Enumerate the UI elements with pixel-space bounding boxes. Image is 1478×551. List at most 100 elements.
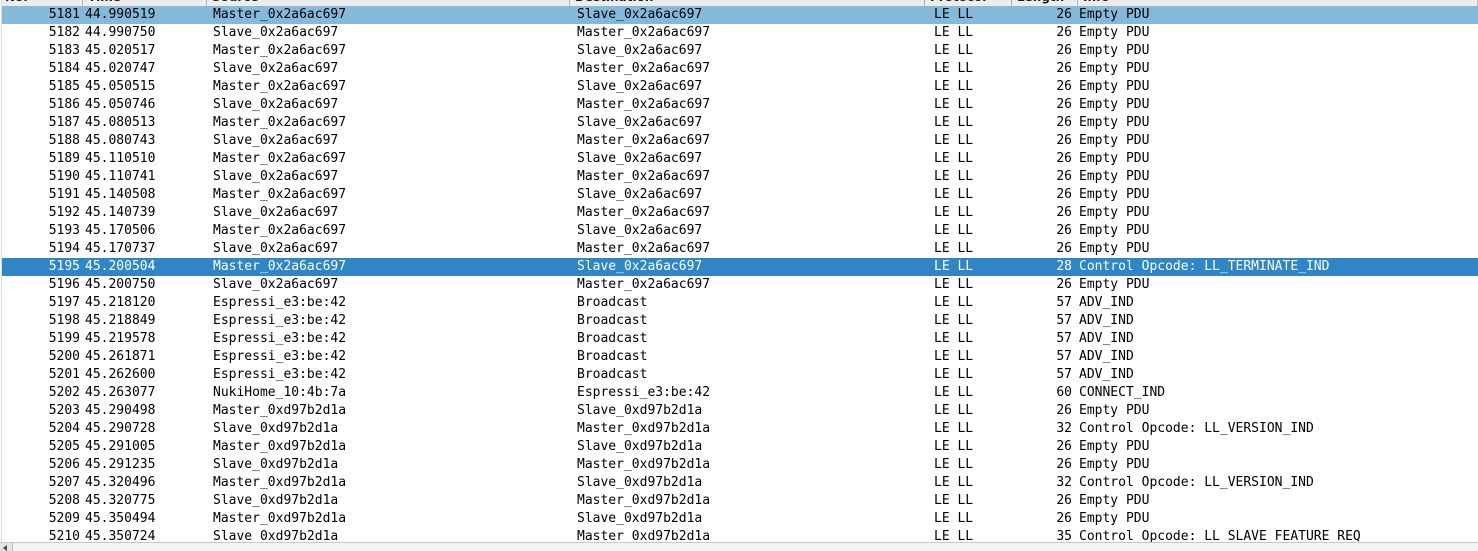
cell-protocol: LE LL [934, 25, 974, 40]
table-row[interactable]: 5198 45.218849 Espressi_e3:be:42 Broadcast L… [0, 312, 1478, 330]
cell-no: 5199 [48, 331, 80, 346]
table-row[interactable]: 5208 45.320775 Slave_0xd97b2d1a Master_0xd9… [0, 492, 1478, 510]
table-row[interactable]: 5195 45.200504 Master_0x2a6ac697 Slave_0x2a… [0, 258, 1478, 276]
cell-dest: Broadcast [577, 313, 648, 328]
table-row[interactable]: 5185 45.050515 Master_0x2a6ac697 Slave_0x2a… [0, 78, 1478, 96]
cell-no: 5187 [48, 115, 80, 130]
cell-source: Slave_0x2a6ac697 [213, 241, 339, 256]
cell-no: 5203 [48, 403, 80, 418]
cell-source: Slave_0x2a6ac697 [213, 169, 339, 184]
scrollbar-thumb[interactable] [14, 543, 1478, 551]
table-row[interactable]: 5201 45.262600 Espressi_e3:be:42 Broadcast L… [0, 366, 1478, 384]
cell-length: 26 [1056, 457, 1072, 472]
cell-protocol: LE LL [934, 439, 974, 454]
cell-protocol: LE LL [934, 331, 974, 346]
cell-time: 45.320496 [85, 475, 156, 490]
packet-list-body[interactable]: 5181 44.990519 Master_0x2a6ac697 Slave_0x2a… [0, 6, 1478, 543]
table-row[interactable]: 5189 45.110510 Master_0x2a6ac697 Slave_0x2a… [0, 150, 1478, 168]
cell-length: 26 [1056, 277, 1072, 292]
cell-source: Slave_0x2a6ac697 [213, 25, 339, 40]
table-row[interactable]: 5200 45.261871 Espressi_e3:be:42 Broadcast L… [0, 348, 1478, 366]
cell-protocol: LE LL [934, 421, 974, 436]
cell-source: Espressi_e3:be:42 [213, 331, 347, 346]
cell-length: 26 [1056, 187, 1072, 202]
cell-source: Slave_0x2a6ac697 [213, 61, 339, 76]
cell-time: 45.291005 [85, 439, 156, 454]
cell-info: Control Opcode: LL_SLAVE_FEATURE_REQ [1079, 529, 1361, 543]
cell-no: 5186 [48, 97, 80, 112]
table-row[interactable]: 5202 45.263077 NukiHome_10:4b:7a Espressi_e… [0, 384, 1478, 402]
table-row[interactable]: 5210 45.350724 Slave_0xd97b2d1a Master_0xd9… [0, 528, 1478, 543]
cell-protocol: LE LL [934, 7, 974, 22]
cell-dest: Broadcast [577, 295, 648, 310]
cell-info: ADV_IND [1079, 349, 1134, 364]
cell-time: 45.320775 [85, 493, 156, 508]
cell-time: 45.080513 [85, 115, 156, 130]
cell-time: 44.990750 [85, 25, 156, 40]
cell-dest: Master_0x2a6ac697 [577, 277, 711, 292]
table-row[interactable]: 5204 45.290728 Slave_0xd97b2d1a Master_0xd9… [0, 420, 1478, 438]
cell-length: 57 [1056, 295, 1072, 310]
cell-info: Empty PDU [1079, 79, 1150, 94]
cell-source: Master_0x2a6ac697 [213, 43, 347, 58]
cell-protocol: LE LL [934, 385, 974, 400]
cell-dest: Master_0x2a6ac697 [577, 205, 711, 220]
cell-no: 5207 [48, 475, 80, 490]
cell-length: 26 [1056, 61, 1072, 76]
table-row[interactable]: 5184 45.020747 Slave_0x2a6ac697 Master_0x2a… [0, 60, 1478, 78]
table-row[interactable]: 5190 45.110741 Slave_0x2a6ac697 Master_0x2a… [0, 168, 1478, 186]
cell-source: Master_0x2a6ac697 [213, 7, 347, 22]
cell-protocol: LE LL [934, 349, 974, 364]
cell-dest: Slave_0x2a6ac697 [577, 223, 703, 238]
cell-no: 5181 [48, 7, 80, 22]
cell-protocol: LE LL [934, 511, 974, 526]
table-row[interactable]: 5182 44.990750 Slave_0x2a6ac697 Master_0x2a… [0, 24, 1478, 42]
table-row[interactable]: 5192 45.140739 Slave_0x2a6ac697 Master_0x2a… [0, 204, 1478, 222]
cell-time: 44.990519 [85, 7, 156, 22]
cell-time: 45.050515 [85, 79, 156, 94]
table-row[interactable]: 5194 45.170737 Slave_0x2a6ac697 Master_0x2a… [0, 240, 1478, 258]
cell-no: 5209 [48, 511, 80, 526]
cell-source: Slave_0xd97b2d1a [213, 529, 339, 543]
cell-no: 5195 [48, 259, 80, 274]
table-row[interactable]: 5206 45.291235 Slave_0xd97b2d1a Master_0xd9… [0, 456, 1478, 474]
cell-protocol: LE LL [934, 457, 974, 472]
cell-time: 45.020517 [85, 43, 156, 58]
cell-info: Empty PDU [1079, 97, 1150, 112]
table-row[interactable]: 5193 45.170506 Master_0x2a6ac697 Slave_0x2a… [0, 222, 1478, 240]
table-row[interactable]: 5186 45.050746 Slave_0x2a6ac697 Master_0x2a… [0, 96, 1478, 114]
cell-length: 26 [1056, 403, 1072, 418]
cell-dest: Slave_0x2a6ac697 [577, 7, 703, 22]
cell-protocol: LE LL [934, 259, 974, 274]
table-row[interactable]: 5188 45.080743 Slave_0x2a6ac697 Master_0x2a… [0, 132, 1478, 150]
cell-no: 5210 [48, 529, 80, 543]
cell-time: 45.110510 [85, 151, 156, 166]
table-row[interactable]: 5207 45.320496 Master_0xd97b2d1a Slave_0xd9… [0, 474, 1478, 492]
cell-protocol: LE LL [934, 277, 974, 292]
cell-no: 5194 [48, 241, 80, 256]
cell-dest: Slave_0xd97b2d1a [577, 475, 703, 490]
cell-no: 5190 [48, 169, 80, 184]
horizontal-scrollbar[interactable] [0, 542, 1478, 551]
cell-length: 26 [1056, 205, 1072, 220]
cell-length: 28 [1056, 259, 1072, 274]
cell-info: Control Opcode: LL_VERSION_IND [1079, 475, 1314, 490]
cell-length: 26 [1056, 241, 1072, 256]
table-row[interactable]: 5181 44.990519 Master_0x2a6ac697 Slave_0x2a… [0, 6, 1478, 24]
cell-time: 45.218120 [85, 295, 156, 310]
cell-dest: Slave_0x2a6ac697 [577, 259, 703, 274]
table-row[interactable]: 5205 45.291005 Master_0xd97b2d1a Slave_0xd9… [0, 438, 1478, 456]
scroll-left-button[interactable] [0, 543, 13, 551]
table-row[interactable]: 5197 45.218120 Espressi_e3:be:42 Broadcast L… [0, 294, 1478, 312]
table-row[interactable]: 5199 45.219578 Espressi_e3:be:42 Broadcast L… [0, 330, 1478, 348]
table-row[interactable]: 5183 45.020517 Master_0x2a6ac697 Slave_0x2a… [0, 42, 1478, 60]
cell-info: Empty PDU [1079, 403, 1150, 418]
cell-no: 5185 [48, 79, 80, 94]
table-row[interactable]: 5196 45.200750 Slave_0x2a6ac697 Master_0x2a… [0, 276, 1478, 294]
table-row[interactable]: 5209 45.350494 Master_0xd97b2d1a Slave_0xd9… [0, 510, 1478, 528]
table-row[interactable]: 5203 45.290498 Master_0xd97b2d1a Slave_0xd9… [0, 402, 1478, 420]
table-row[interactable]: 5187 45.080513 Master_0x2a6ac697 Slave_0x2a… [0, 114, 1478, 132]
cell-dest: Slave_0x2a6ac697 [577, 43, 703, 58]
table-row[interactable]: 5191 45.140508 Master_0x2a6ac697 Slave_0x2a… [0, 186, 1478, 204]
cell-time: 45.219578 [85, 331, 156, 346]
